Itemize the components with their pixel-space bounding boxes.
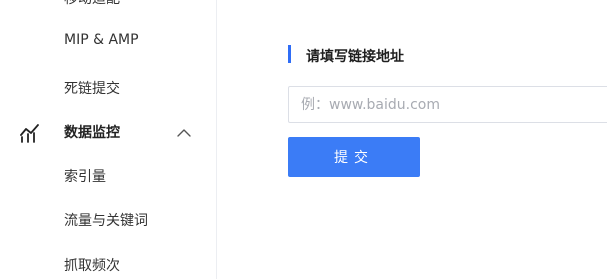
sidebar-group-label: 数据监控 [64, 125, 120, 141]
sidebar-item-traffic-keywords[interactable]: 流量与关键词 [64, 210, 148, 230]
page-root: 移动适配 MIP & AMP 死链提交 数据监控 索引量 流量与关键词 抓取频次… [0, 0, 607, 279]
sidebar: 移动适配 MIP & AMP 死链提交 数据监控 索引量 流量与关键词 抓取频次 [0, 0, 217, 279]
sidebar-item-dead-link-submit[interactable]: 死链提交 [64, 78, 120, 98]
sidebar-group-data-monitoring[interactable]: 数据监控 [0, 114, 216, 150]
url-input[interactable] [288, 86, 607, 123]
sidebar-item-index-volume[interactable]: 索引量 [64, 166, 106, 186]
sidebar-item-mip-amp[interactable]: MIP & AMP [64, 32, 139, 48]
chevron-up-icon[interactable] [176, 128, 192, 138]
sidebar-item-crawl-frequency[interactable]: 抓取频次 [64, 255, 120, 275]
chart-line-icon [20, 124, 39, 143]
section-title-accent-bar [288, 45, 291, 63]
sidebar-item-mobile-adaptation[interactable]: 移动适配 [64, 0, 120, 8]
submit-button[interactable]: 提交 [288, 137, 420, 177]
section-title: 请填写链接地址 [306, 49, 404, 65]
